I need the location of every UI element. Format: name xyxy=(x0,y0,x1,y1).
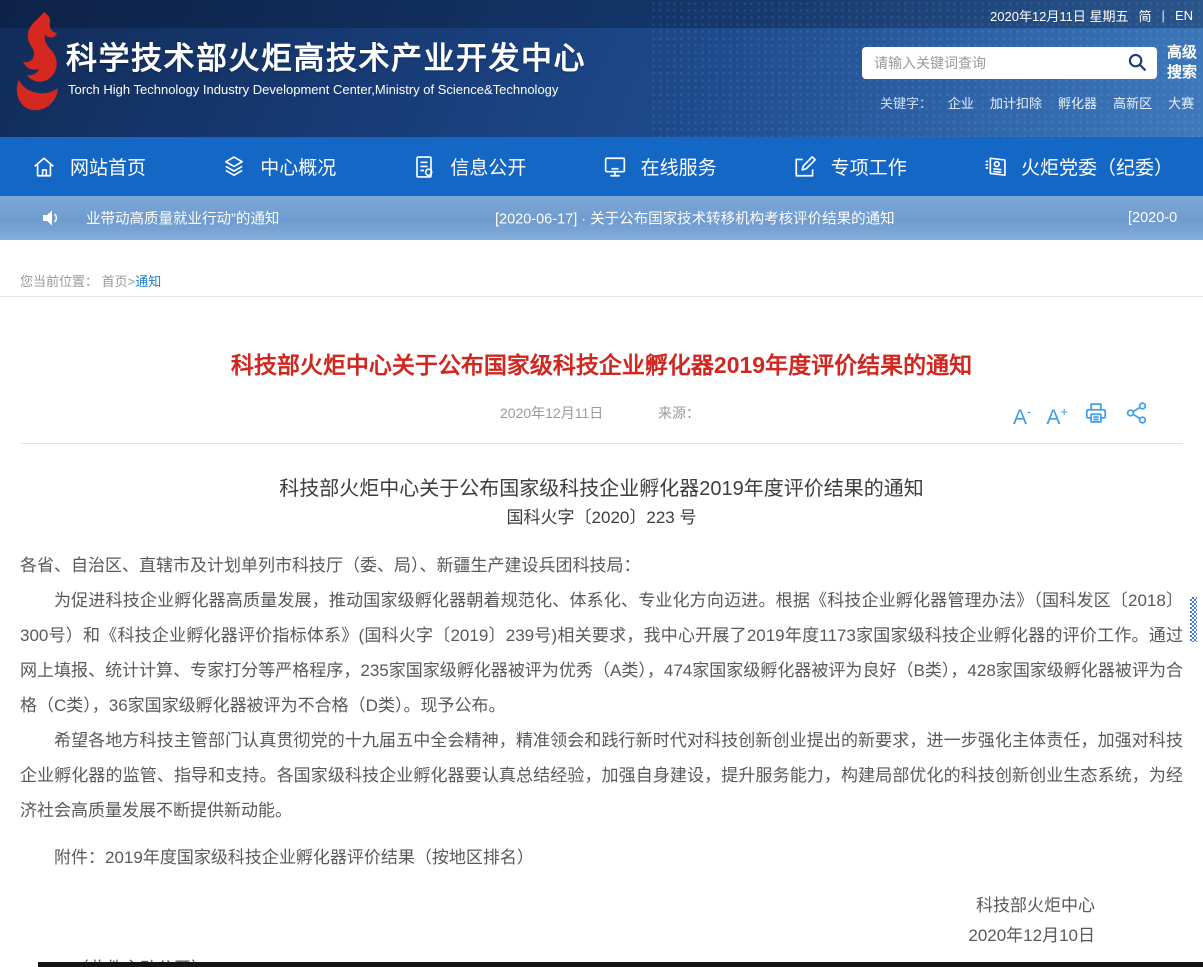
nav-item-label: 中心概况 xyxy=(260,153,336,180)
document-number: 国科火字〔2020〕223 号 xyxy=(0,503,1203,528)
search-input[interactable] xyxy=(862,47,1117,79)
nav-item-services[interactable]: 在线服务 xyxy=(601,153,717,181)
topbar-date: 2020年12月11日 星期五 xyxy=(990,6,1129,25)
paragraph: 希望各地方科技主管部门认真贯彻党的十九届五中全会精神，精准领会和践行新时代对科技… xyxy=(20,723,1183,828)
scrollbar-thumb[interactable] xyxy=(1190,597,1197,642)
breadcrumb: 您当前位置： 首页>通知 xyxy=(0,266,1203,297)
news-ticker: 业带动高质量就业行动”的通知 [2020-06-17] · 关于公布国家技术转移… xyxy=(0,196,1203,240)
advanced-search-line2: 搜索 xyxy=(1167,63,1197,83)
nav-item-home[interactable]: 网站首页 xyxy=(30,153,146,181)
search-icon xyxy=(1126,51,1148,76)
main-nav: 网站首页 中心概况 信息公开 在线服务 xyxy=(0,137,1203,196)
font-increase-sign: + xyxy=(1060,404,1068,419)
nav-item-disclosure[interactable]: 信息公开 xyxy=(410,153,526,181)
paragraph: 各省、自治区、直辖市及计划单列市科技厅（委、局）、新疆生产建设兵团科技局： xyxy=(20,548,1183,583)
lang-english-link[interactable]: EN xyxy=(1175,8,1193,23)
font-decrease-button[interactable]: A- xyxy=(1013,398,1031,432)
font-decrease-letter: A xyxy=(1013,406,1027,429)
signature-block: 科技部火炬中心 2020年12月10日 xyxy=(20,891,1183,951)
keyword-link[interactable]: 加计扣除 xyxy=(990,93,1042,112)
keyword-link[interactable]: 孵化器 xyxy=(1058,93,1097,112)
site-subtitle: Torch High Technology Industry Developme… xyxy=(68,82,558,97)
ticker-link[interactable]: [2020-0 xyxy=(1128,210,1177,226)
nav-item-label: 火炬党委（纪委） xyxy=(1021,153,1173,180)
ticker-link[interactable]: [2020-06-17] · 关于公布国家技术转移机构考核评价结果的通知 xyxy=(495,208,895,229)
signature-org: 科技部火炬中心 xyxy=(20,891,1095,921)
article-body: 各省、自治区、直辖市及计划单列市科技厅（委、局）、新疆生产建设兵团科技局： 为促… xyxy=(20,548,1183,967)
publish-date: 2020年12月11日 xyxy=(500,403,603,423)
article-heading: 科技部火炬中心关于公布国家级科技企业孵化器2019年度评价结果的通知 xyxy=(0,472,1203,501)
keyword-link[interactable]: 企业 xyxy=(948,93,974,112)
nav-item-overview[interactable]: 中心概况 xyxy=(220,153,336,181)
ticker-link[interactable]: 业带动高质量就业行动”的通知 xyxy=(86,208,279,229)
document-icon xyxy=(410,153,438,181)
lang-simplified-link[interactable]: 简 xyxy=(1139,6,1152,25)
advanced-search-line1: 高级 xyxy=(1167,43,1197,63)
book-icon xyxy=(981,153,1009,181)
search-box xyxy=(862,47,1157,79)
nav-item-label: 信息公开 xyxy=(450,153,526,180)
keyword-link[interactable]: 高新区 xyxy=(1113,93,1152,112)
search-button[interactable] xyxy=(1117,47,1157,79)
font-increase-letter: A xyxy=(1046,406,1060,429)
nav-item-special-work[interactable]: 专项工作 xyxy=(791,153,907,181)
source-label: 来源： xyxy=(658,403,700,423)
torch-logo-icon[interactable] xyxy=(10,6,66,129)
nav-item-label: 网站首页 xyxy=(70,153,146,180)
site-title: 科学技术部火炬高技术产业开发中心 xyxy=(66,33,586,78)
paragraph: 为促进科技企业孵化器高质量发展，推动国家级孵化器朝着规范化、体系化、专业化方向迈… xyxy=(20,583,1183,723)
monitor-icon xyxy=(601,153,629,181)
home-icon xyxy=(30,153,58,181)
hot-keywords: 关键字： 企业 加计扣除 孵化器 高新区 大赛 xyxy=(880,93,1194,112)
share-button[interactable] xyxy=(1124,400,1150,431)
nav-item-label: 在线服务 xyxy=(641,153,717,180)
article-tools: A- A+ xyxy=(1013,398,1150,432)
article-title: 科技部火炬中心关于公布国家级科技企业孵化器2019年度评价结果的通知 xyxy=(0,346,1203,380)
keywords-label: 关键字： xyxy=(880,93,932,112)
bottom-window-edge xyxy=(38,962,1203,967)
advanced-search-link[interactable]: 高级 搜索 xyxy=(1167,43,1197,83)
topbar-divider: | xyxy=(1162,8,1165,23)
keyword-link[interactable]: 大赛 xyxy=(1168,93,1194,112)
page: 2020年12月11日 星期五 简 | EN 科学技术部火炬高技术产业开发中心 … xyxy=(0,0,1203,967)
layers-icon xyxy=(220,153,248,181)
breadcrumb-home-link[interactable]: 首页 xyxy=(102,274,128,289)
font-decrease-sign: - xyxy=(1027,404,1031,419)
font-increase-button[interactable]: A+ xyxy=(1046,398,1068,432)
topbar: 2020年12月11日 星期五 简 | EN xyxy=(990,6,1193,25)
share-icon xyxy=(1124,400,1150,431)
speaker-icon xyxy=(40,207,64,234)
breadcrumb-current-link[interactable]: 通知 xyxy=(135,274,161,289)
print-button[interactable] xyxy=(1083,400,1109,431)
nav-item-label: 专项工作 xyxy=(831,153,907,180)
breadcrumb-prefix: 您当前位置： xyxy=(20,274,98,289)
attachment-line: 附件：2019年度国家级科技企业孵化器评价结果（按地区排名） xyxy=(20,840,1183,875)
meta-divider xyxy=(20,443,1183,444)
signature-date: 2020年12月10日 xyxy=(20,921,1095,951)
printer-icon xyxy=(1083,400,1109,431)
nav-item-party-committee[interactable]: 火炬党委（纪委） xyxy=(981,153,1173,181)
pen-icon xyxy=(791,153,819,181)
